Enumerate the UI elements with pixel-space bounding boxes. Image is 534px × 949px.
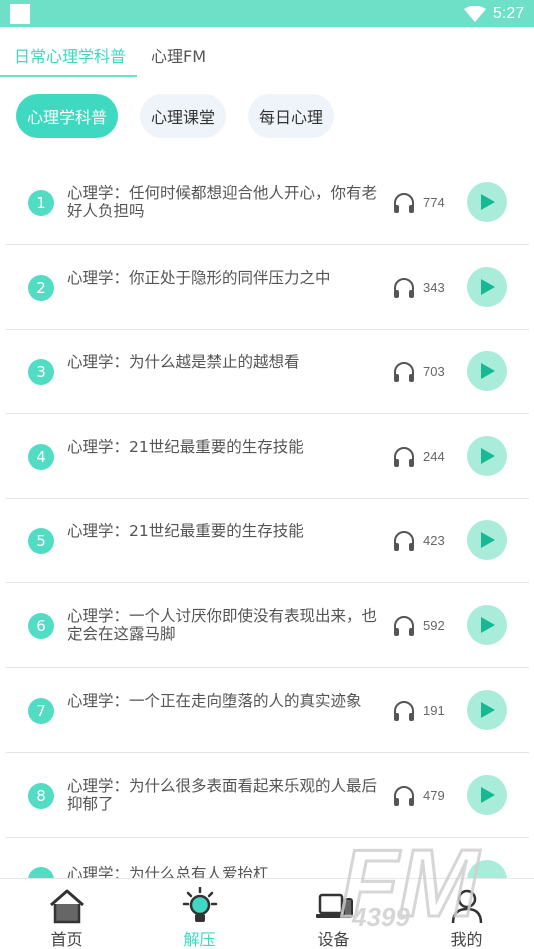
status-bar: 5:27 bbox=[0, 0, 534, 27]
item-title: 心理学：一个人讨厌你即使没有表现出来，也定会在这露马脚 bbox=[67, 607, 378, 643]
item-title: 心理学：你正处于隐形的同伴压力之中 bbox=[67, 269, 331, 287]
lightbulb-icon bbox=[182, 887, 218, 922]
play-icon bbox=[481, 194, 495, 210]
item-number: 5 bbox=[28, 528, 54, 554]
item-number: 4 bbox=[28, 444, 54, 470]
bottom-nav: 首页 解压 设备 我的 bbox=[0, 878, 534, 949]
headphones-icon bbox=[394, 193, 414, 213]
list-item[interactable]: 6 心理学：一个人讨厌你即使没有表现出来，也定会在这露马脚 592 bbox=[0, 583, 534, 668]
play-icon bbox=[481, 448, 495, 464]
wifi-icon bbox=[464, 6, 486, 22]
item-title: 心理学：一个正在走向堕落的人的真实迹象 bbox=[67, 692, 362, 710]
category-pill-daily[interactable]: 每日心理 bbox=[248, 94, 334, 138]
play-icon bbox=[481, 532, 495, 548]
play-icon bbox=[481, 702, 495, 718]
nav-relax-label: 解压 bbox=[183, 930, 216, 949]
play-button[interactable] bbox=[467, 775, 507, 815]
item-number: 2 bbox=[28, 275, 54, 301]
item-number: 7 bbox=[28, 698, 54, 724]
status-time: 5:27 bbox=[493, 5, 525, 22]
play-icon bbox=[481, 363, 495, 379]
nav-mine-label: 我的 bbox=[450, 930, 483, 949]
nav-device-label: 设备 bbox=[317, 930, 350, 949]
play-button[interactable] bbox=[467, 520, 507, 560]
headphones-icon bbox=[394, 786, 414, 806]
listen-count: 592 bbox=[423, 618, 445, 633]
tab-psychology-fm[interactable]: 心理FM bbox=[151, 43, 206, 67]
category-pill-science[interactable]: 心理学科普 bbox=[16, 94, 118, 138]
list-item[interactable]: 3 心理学：为什么越是禁止的越想看 703 bbox=[0, 329, 534, 414]
list-item[interactable]: 5 心理学：21世纪最重要的生存技能 423 bbox=[0, 498, 534, 583]
list-item[interactable]: 4 心理学：21世纪最重要的生存技能 244 bbox=[0, 414, 534, 499]
headphones-icon bbox=[394, 531, 414, 551]
listen-count: 244 bbox=[423, 449, 445, 464]
item-title: 心理学：21世纪最重要的生存技能 bbox=[67, 522, 304, 540]
nav-mine[interactable]: 我的 bbox=[400, 879, 533, 949]
home-icon bbox=[50, 889, 84, 924]
item-number: 1 bbox=[28, 190, 54, 216]
person-icon bbox=[451, 889, 483, 924]
category-pill-classroom[interactable]: 心理课堂 bbox=[140, 94, 226, 138]
headphones-icon bbox=[394, 447, 414, 467]
item-number: 6 bbox=[28, 613, 54, 639]
nav-relax[interactable]: 解压 bbox=[133, 879, 266, 949]
list-item[interactable]: 2 心理学：你正处于隐形的同伴压力之中 343 bbox=[0, 245, 534, 330]
tab-daily-psychology[interactable]: 日常心理学科普 bbox=[14, 43, 126, 67]
item-title: 心理学：任何时候都想迎合他人开心，你有老好人负担吗 bbox=[67, 184, 378, 220]
list-item[interactable]: 8 心理学：为什么很多表面看起来乐观的人最后抑郁了 479 bbox=[0, 753, 534, 838]
item-title: 心理学：为什么越是禁止的越想看 bbox=[67, 353, 300, 371]
headphones-icon bbox=[394, 362, 414, 382]
play-button[interactable] bbox=[467, 182, 507, 222]
listen-count: 423 bbox=[423, 533, 445, 548]
play-button[interactable] bbox=[467, 436, 507, 476]
listen-count: 343 bbox=[423, 280, 445, 295]
play-button[interactable] bbox=[467, 267, 507, 307]
top-tabs: 日常心理学科普 心理FM bbox=[0, 27, 534, 77]
item-number: 3 bbox=[28, 359, 54, 385]
play-button[interactable] bbox=[467, 605, 507, 645]
play-icon bbox=[481, 617, 495, 633]
item-title: 心理学：为什么很多表面看起来乐观的人最后抑郁了 bbox=[67, 777, 378, 813]
list-item[interactable]: 1 心理学：任何时候都想迎合他人开心，你有老好人负担吗 774 bbox=[0, 160, 534, 245]
nav-device[interactable]: 设备 bbox=[267, 879, 400, 949]
listen-count: 479 bbox=[423, 788, 445, 803]
listen-count: 703 bbox=[423, 364, 445, 379]
headphones-icon bbox=[394, 701, 414, 721]
device-icon bbox=[316, 893, 353, 918]
list-item[interactable]: 7 心理学：一个正在走向堕落的人的真实迹象 191 bbox=[0, 668, 534, 753]
divider bbox=[6, 837, 529, 838]
list-item-partial[interactable]: 心理学：为什么总有人爱抬杠 bbox=[0, 858, 534, 878]
item-number bbox=[28, 867, 54, 878]
play-button[interactable] bbox=[467, 860, 507, 878]
play-button[interactable] bbox=[467, 351, 507, 391]
notification-icon bbox=[10, 4, 30, 24]
item-number: 8 bbox=[28, 783, 54, 809]
headphones-icon bbox=[394, 616, 414, 636]
headphones-icon bbox=[394, 278, 414, 298]
play-button[interactable] bbox=[467, 690, 507, 730]
active-tab-indicator bbox=[0, 75, 137, 77]
listen-count: 191 bbox=[423, 703, 445, 718]
item-title: 心理学：21世纪最重要的生存技能 bbox=[67, 438, 304, 456]
listen-count: 774 bbox=[423, 195, 445, 210]
nav-home[interactable]: 首页 bbox=[0, 879, 133, 949]
nav-home-label: 首页 bbox=[50, 930, 83, 949]
play-icon bbox=[481, 787, 495, 803]
item-title: 心理学：为什么总有人爱抬杠 bbox=[67, 865, 269, 878]
play-icon bbox=[481, 279, 495, 295]
